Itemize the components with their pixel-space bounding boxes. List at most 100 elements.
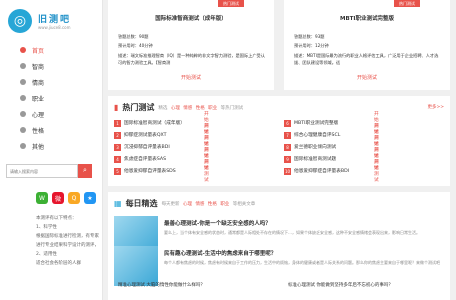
- nav-label: 性格: [32, 127, 45, 135]
- search-button[interactable]: ⌕: [78, 164, 92, 178]
- nav-item-1[interactable]: 智商: [0, 58, 102, 74]
- nav-item-5[interactable]: 性格: [0, 122, 102, 138]
- nav-label: 首页: [32, 47, 45, 55]
- article-title[interactable]: 最善心理测试-你是一个缺乏安全感的人吗？: [164, 219, 271, 227]
- logo-mark-icon: ◎: [8, 9, 32, 33]
- daily-subtitle: 每天更新 心理 情感 性格 职业 等相关文章: [162, 201, 258, 207]
- daily-sub-suffix: 等相关文章: [232, 201, 256, 207]
- wechat-icon[interactable]: W: [36, 192, 48, 204]
- qzone-icon[interactable]: ★: [84, 192, 96, 204]
- article-excerpt: 要么上，当个体有安全感的状态时，通常都是人际相处不存在的情况下…，如果个体缺乏安…: [164, 230, 420, 235]
- logo[interactable]: ◎ 旧测吧 www.jiuce8.com: [0, 0, 102, 42]
- hot-test-title[interactable]: 焦虑症自评量表SAS: [124, 156, 166, 162]
- featured-title[interactable]: MBTI职业测试完整版: [284, 14, 450, 22]
- user-icon: [20, 127, 26, 133]
- hot-test-row[interactable]: 5 他恩爱抑郁自评量表SDS 开始测试: [114, 160, 209, 183]
- hot-test-row[interactable]: 2 抑郁症测试量表QXT 开始测试: [114, 124, 209, 147]
- start-test-link[interactable]: 开始测试: [204, 159, 209, 183]
- hot-test-row[interactable]: 6 MBTI职业测试完整版 开始测试: [284, 112, 379, 135]
- nav-item-2[interactable]: 情商: [0, 74, 102, 90]
- start-test-button[interactable]: 开始测试: [108, 74, 274, 81]
- hot-tests-title: 热门测试: [122, 103, 155, 112]
- featured-time: 预计用时：12分钟: [294, 43, 329, 48]
- hot-test-title[interactable]: 爱兰德职业倾向测试: [294, 144, 336, 150]
- hot-test-title[interactable]: 他恩爱抑郁自评量表SDS: [124, 168, 176, 174]
- hot-test-row[interactable]: 3 沉浸抑郁自评量表BDI 开始测试: [114, 136, 209, 159]
- more-icon: [20, 143, 26, 149]
- sidebar-description: 本测评有以下特点： 1、科学性 根据国际标准进行检测，有专家进行专业结果科学设计…: [36, 216, 99, 266]
- weibo-icon[interactable]: 微: [52, 192, 64, 204]
- nav-item-4[interactable]: 心理: [0, 106, 102, 122]
- featured-title[interactable]: 国际标准智商测试（成年版）: [108, 14, 274, 22]
- featured-desc: 描述：瑞文标准推理智商（IQ）是一种纯粹的非文字智力测验，是国际上广受认可的智力…: [118, 53, 265, 65]
- hot-test-title[interactable]: 他恩爱抑郁症自评量表BDI: [294, 168, 349, 174]
- sub-tag[interactable]: 职业: [208, 106, 217, 111]
- hot-test-row[interactable]: 4 焦虑症自评量表SAS 开始测试: [114, 148, 209, 171]
- hot-test-row[interactable]: 7 综合心理健康自评SCL 开始测试: [284, 124, 379, 147]
- fire-icon: ▮: [114, 103, 119, 112]
- hot-test-title[interactable]: 国际标准智商测试题: [294, 156, 336, 162]
- sub-tag[interactable]: 性格: [208, 202, 217, 207]
- rank-badge: 6: [284, 119, 291, 127]
- nav-label: 情商: [32, 79, 45, 87]
- hot-test-row[interactable]: 8 爱兰德职业倾向测试 开始测试: [284, 136, 379, 159]
- sub-tag[interactable]: 心理: [171, 106, 180, 111]
- qq-icon[interactable]: Q: [68, 192, 80, 204]
- article-title[interactable]: 民有趣心理测试-生活中的焦虑来自于哪里呢？: [164, 249, 276, 257]
- hot-test-title[interactable]: 抑郁症测试量表QXT: [124, 132, 167, 138]
- nav-item-3[interactable]: 职业: [0, 90, 102, 106]
- brain-icon: [20, 63, 26, 69]
- nav-item-6[interactable]: 其他: [0, 138, 102, 154]
- rank-badge: 1: [114, 119, 121, 127]
- start-test-link[interactable]: 开始测试: [374, 159, 379, 183]
- daily-header: ▦ 每日精选 每天更新 心理 情感 性格 职业 等相关文章: [114, 198, 257, 209]
- search-input[interactable]: [6, 164, 78, 178]
- featured-card[interactable]: 热门测试 MBTI职业测试完整版 答题总数：93题 预计用时：12分钟 描述：M…: [284, 0, 450, 90]
- nav-label: 职业: [32, 95, 45, 103]
- hot-test-title[interactable]: 沉浸抑郁自评量表BDI: [124, 144, 170, 150]
- daily-title: 每日精选: [125, 199, 158, 208]
- rank-badge: 10: [284, 167, 291, 175]
- sub-tag[interactable]: 性格: [196, 106, 205, 111]
- calendar-icon: ▦: [114, 199, 122, 208]
- hot-test-row[interactable]: 10 他恩爱抑郁症自评量表BDI 开始测试: [284, 160, 379, 183]
- hot-test-row[interactable]: 9 国际标准智商测试题 开始测试: [284, 148, 379, 171]
- hot-test-title[interactable]: MBTI职业测试完整版: [294, 120, 338, 126]
- sub-tag[interactable]: 情感: [183, 106, 192, 111]
- hot-tag: 热门测试: [218, 0, 244, 7]
- bottom-link[interactable]: 精准心理测试 大脑的惰性你能做什么样吗？: [118, 282, 205, 288]
- hot-sub-prefix: 精选: [158, 105, 168, 111]
- article-thumbnail[interactable]: [114, 246, 158, 286]
- logo-title: 旧测吧: [38, 15, 72, 25]
- hot-tests-header: ▮ 热门测试 精选 心理 情感 性格 职业 等热门测试: [114, 102, 245, 113]
- bottom-link[interactable]: 标准心理测试 你能做到坚持多年后不忘初心的事吗？: [288, 282, 393, 288]
- hot-tests-section: ▮ 热门测试 精选 心理 情感 性格 职业 等热门测试 更多>> 1 国际标准智商…: [108, 96, 450, 186]
- featured-questions: 答题总数：93题: [294, 34, 325, 39]
- sub-tag[interactable]: 职业: [220, 202, 229, 207]
- sub-tag[interactable]: 心理: [183, 202, 192, 207]
- hot-test-title[interactable]: 国际标准智商测试（成年版）: [124, 120, 185, 126]
- sidebar: ◎ 旧测吧 www.jiuce8.com 首页智商情商职业心理性格其他 ⌕ W …: [0, 0, 103, 300]
- featured-questions: 答题总数：90题: [118, 34, 149, 39]
- smile-icon: [20, 111, 26, 117]
- hot-test-title[interactable]: 综合心理健康自评SCL: [294, 132, 340, 138]
- nav-label: 心理: [32, 111, 45, 119]
- nav-item-0[interactable]: 首页: [0, 42, 102, 58]
- search-bar: ⌕: [6, 164, 96, 178]
- daily-item[interactable]: 民有趣心理测试-生活中的焦虑来自于哪里呢？ 每个人都有焦虑的时候，焦虑有时候来自…: [114, 246, 450, 286]
- rank-badge: 2: [114, 131, 121, 139]
- more-link[interactable]: 更多>>: [427, 104, 444, 110]
- hot-tag: 热门测试: [394, 0, 420, 7]
- featured-card[interactable]: 热门测试 国际标准智商测试（成年版） 答题总数：90题 预计用时：40分钟 描述…: [108, 0, 274, 90]
- rank-badge: 4: [114, 155, 121, 163]
- nav-label: 智商: [32, 63, 45, 71]
- featured-desc: 描述：MBTI是国际最为流行的职业人格评估工具，广泛用于企业招聘、人才选拔、团队…: [294, 53, 439, 65]
- sub-tag[interactable]: 情感: [195, 202, 204, 207]
- daily-sub-prefix: 每天更新: [161, 201, 180, 207]
- featured-time: 预计用时：40分钟: [118, 43, 153, 48]
- hot-sub-suffix: 等热门测试: [220, 105, 244, 111]
- hot-test-row[interactable]: 1 国际标准智商测试（成年版） 开始测试: [114, 112, 209, 135]
- rank-badge: 9: [284, 155, 291, 163]
- rank-badge: 8: [284, 143, 291, 151]
- start-test-button[interactable]: 开始测试: [284, 74, 450, 81]
